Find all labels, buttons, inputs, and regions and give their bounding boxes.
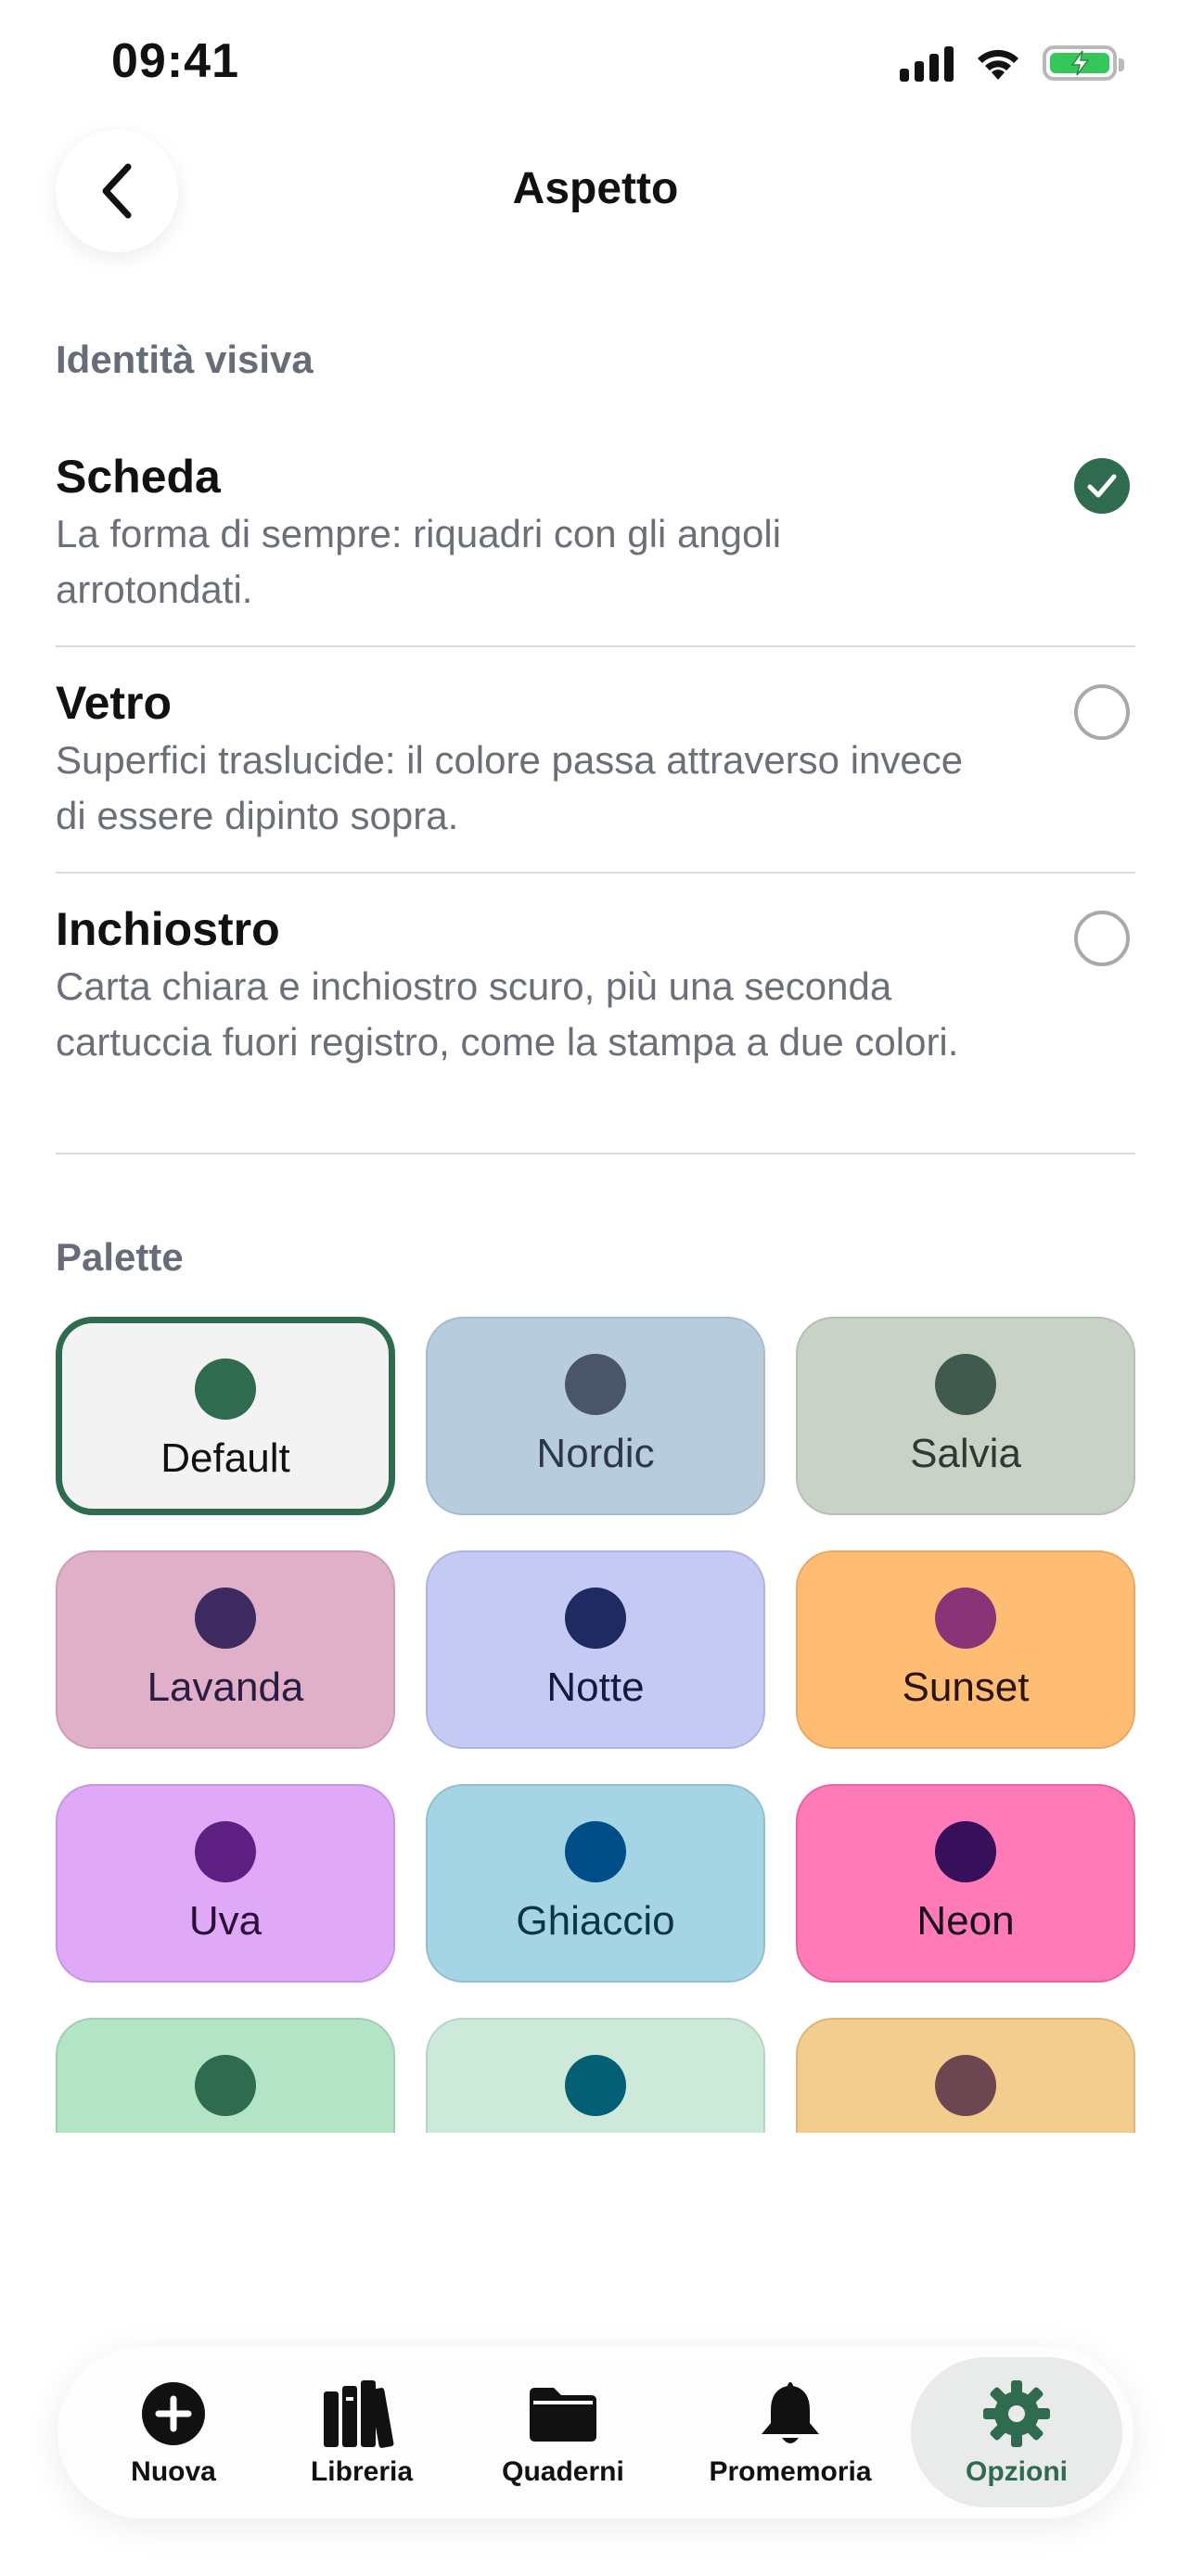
tab-label: Promemoria: [709, 2456, 872, 2487]
tab-quaderni[interactable]: Quaderni: [466, 2346, 660, 2519]
palette-section-label: Palette: [56, 1235, 184, 1279]
books-icon: [324, 2380, 394, 2448]
tab-promemoria[interactable]: Promemoria: [688, 2346, 892, 2519]
swatch-label: Neon: [916, 1898, 1015, 1944]
option-title: Scheda: [56, 451, 221, 503]
palette-swatch-default[interactable]: Default: [56, 1317, 395, 1515]
checkmark-icon: [1087, 474, 1117, 498]
color-dot: [195, 2055, 256, 2116]
radio-unselected[interactable]: [1074, 911, 1130, 966]
divider: [56, 872, 1135, 874]
palette-swatch-sunset[interactable]: Sunset: [796, 1550, 1135, 1749]
color-dot: [935, 1354, 996, 1415]
identity-option-scheda[interactable]: Scheda La forma di sempre: riquadri con …: [56, 449, 1135, 618]
swatch-label: Ghiaccio: [516, 1898, 675, 1944]
folder-icon: [530, 2388, 596, 2442]
plus-circle-icon: [142, 2382, 205, 2445]
tab-label: Nuova: [131, 2456, 216, 2487]
swatch-label: Sunset: [902, 1664, 1030, 1710]
color-dot: [935, 1588, 996, 1649]
palette-swatch-uva[interactable]: Uva: [56, 1784, 395, 1983]
radio-selected[interactable]: [1074, 458, 1130, 514]
cellular-signal-icon: [900, 45, 954, 82]
option-title: Inchiostro: [56, 903, 280, 955]
divider: [56, 1153, 1135, 1154]
swatch-label: Uva: [188, 1898, 263, 1944]
tab-label: Opzioni: [966, 2456, 1068, 2487]
tab-libreria[interactable]: Libreria: [269, 2346, 455, 2519]
palette-swatch-salvia[interactable]: Salvia: [796, 1317, 1135, 1515]
swatch-label: Default: [160, 1435, 290, 1481]
swatch-label: Notte: [546, 1664, 645, 1710]
swatch-label: Nordic: [536, 1431, 655, 1476]
color-dot: [195, 1588, 256, 1649]
palette-swatch-notte[interactable]: Notte: [426, 1550, 765, 1749]
bell-icon: [762, 2382, 819, 2443]
tab-bar: Nuova Libreria Quaderni Promemoria Opzio…: [58, 2346, 1133, 2519]
palette-swatch-nordic[interactable]: Nordic: [426, 1317, 765, 1515]
identity-option-inchiostro[interactable]: Inchiostro Carta chiara e inchiostro scu…: [56, 901, 1135, 1070]
wifi-icon: [978, 49, 1018, 80]
color-dot: [565, 1821, 626, 1882]
color-dot: [935, 2055, 996, 2116]
color-dot: [565, 1588, 626, 1649]
option-title: Vetro: [56, 677, 173, 729]
palette-swatch-ghiaccio[interactable]: Ghiaccio: [426, 1784, 765, 1983]
divider: [56, 645, 1135, 647]
status-icons: [900, 45, 1124, 82]
palette-swatch-lavanda[interactable]: Lavanda: [56, 1550, 395, 1749]
tab-label: Quaderni: [502, 2456, 624, 2487]
swatch-label: Lavanda: [147, 1664, 304, 1710]
palette-grid: Default Nordic Salvia Lavanda Notte Suns…: [0, 1307, 1191, 2133]
color-dot: [195, 1358, 256, 1420]
status-bar: 09:41: [0, 0, 1191, 130]
identity-option-vetro[interactable]: Vetro Superfici traslucide: il colore pa…: [56, 675, 1135, 844]
option-description: Superfici traslucide: il colore passa at…: [56, 738, 964, 837]
tab-opzioni[interactable]: Opzioni: [911, 2346, 1122, 2519]
tab-label: Libreria: [310, 2456, 414, 2487]
identity-section-label: Identità visiva: [56, 338, 314, 381]
swatch-label: Salvia: [910, 1431, 1021, 1476]
color-dot: [935, 1821, 996, 1882]
status-time: 09:41: [111, 34, 239, 88]
option-description: La forma di sempre: riquadri con gli ang…: [56, 512, 782, 611]
color-dot: [565, 2055, 626, 2116]
radio-unselected[interactable]: [1074, 684, 1130, 740]
gear-icon: [983, 2380, 1050, 2447]
palette-swatch[interactable]: [56, 2018, 395, 2133]
battery-charging-icon: [1043, 45, 1124, 81]
palette-swatch[interactable]: [796, 2018, 1135, 2133]
option-description: Carta chiara e inchiostro scuro, più una…: [56, 964, 959, 1064]
tab-nuova[interactable]: Nuova: [85, 2346, 262, 2519]
page-title: Aspetto: [512, 164, 679, 213]
palette-swatch[interactable]: [426, 2018, 765, 2133]
color-dot: [195, 1821, 256, 1882]
palette-swatch-neon[interactable]: Neon: [796, 1784, 1135, 1983]
color-dot: [565, 1354, 626, 1415]
